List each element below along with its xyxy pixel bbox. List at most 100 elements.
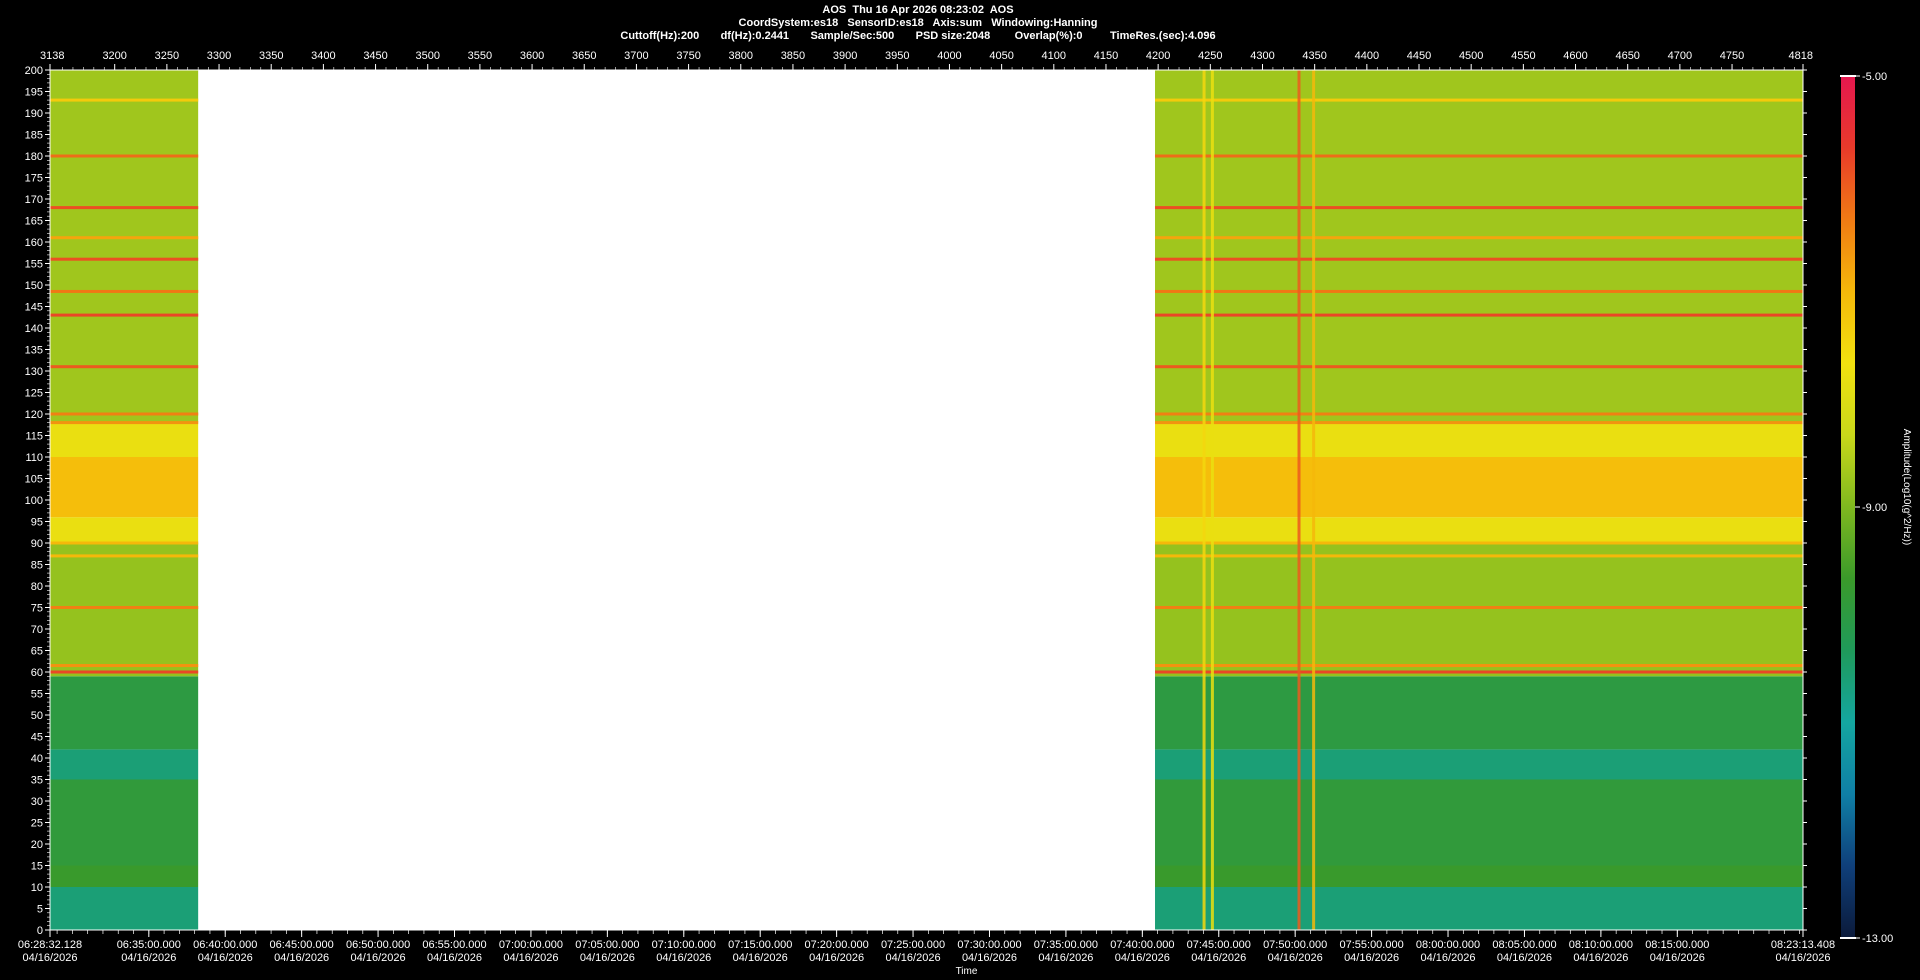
date-tick-label: 04/16/2026	[1420, 952, 1475, 964]
background-band	[50, 865, 199, 887]
y-tick-label: 115	[25, 431, 43, 443]
top-tick-label: 4500	[1459, 50, 1483, 62]
date-tick-label: 04/16/2026	[1650, 952, 1705, 964]
date-tick-label: 04/16/2026	[886, 952, 941, 964]
tonal-line	[50, 606, 199, 609]
transient-line	[1210, 70, 1214, 930]
background-band	[1155, 749, 1803, 780]
background-band	[50, 457, 199, 518]
top-tick-label: 3850	[781, 50, 805, 62]
top-tick-label: 4818	[1789, 50, 1813, 62]
x-axis-label: Time	[956, 966, 978, 977]
y-tick-label: 195	[25, 87, 43, 99]
date-tick-label: 04/16/2026	[733, 952, 788, 964]
top-tick-label: 3400	[311, 50, 335, 62]
y-tick-label: 75	[31, 603, 43, 615]
time-tick-label: 06:40:00.000	[193, 939, 257, 951]
y-tick-label: 85	[31, 560, 43, 572]
background-band	[50, 749, 199, 780]
date-tick-label: 04/16/2026	[809, 952, 864, 964]
top-tick-label: 3138	[40, 50, 64, 62]
time-tick-label: 08:05:00.000	[1492, 939, 1556, 951]
tonal-line	[1155, 365, 1803, 369]
colorbar-tick-label: -13.00	[1862, 933, 1893, 945]
y-tick-label: 70	[31, 624, 43, 636]
tonal-line	[1155, 154, 1803, 158]
top-tick-label: 3950	[885, 50, 909, 62]
date-tick-label: 04/16/2026	[427, 952, 482, 964]
time-tick-label: 08:00:00.000	[1416, 939, 1480, 951]
time-tick-label: 07:35:00.000	[1034, 939, 1098, 951]
date-tick-label: 04/16/2026	[198, 952, 253, 964]
background-band	[50, 422, 199, 457]
top-tick-label: 4150	[1094, 50, 1118, 62]
y-tick-label: 145	[25, 302, 43, 314]
date-tick-label: 04/16/2026	[1775, 952, 1830, 964]
tonal-line	[1155, 206, 1803, 210]
tonal-line	[1155, 670, 1803, 674]
y-tick-label: 110	[25, 452, 43, 464]
time-tick-label: 07:20:00.000	[805, 939, 869, 951]
tonal-line	[50, 154, 199, 158]
tonal-line	[50, 313, 199, 317]
tonal-line	[1155, 412, 1803, 416]
top-tick-label: 3750	[676, 50, 700, 62]
date-tick-label: 04/16/2026	[580, 952, 635, 964]
top-tick-label: 4100	[1042, 50, 1066, 62]
top-tick-label: 4000	[937, 50, 961, 62]
tonal-line	[50, 554, 199, 558]
data-segment	[1155, 70, 1803, 930]
background-band	[1155, 517, 1803, 543]
colorbar-label: Amplitude(Log10(g^2/Hz))	[1901, 429, 1912, 545]
tonal-line	[1155, 236, 1803, 240]
time-tick-label: 06:55:00.000	[422, 939, 486, 951]
top-tick-label: 3650	[572, 50, 596, 62]
y-tick-label: 0	[37, 925, 43, 937]
tonal-line	[50, 98, 199, 102]
time-tick-label: 06:28:32.128	[18, 939, 82, 951]
date-tick-label: 04/16/2026	[1573, 952, 1628, 964]
y-tick-label: 30	[31, 796, 43, 808]
time-tick-label: 08:15:00.000	[1645, 939, 1709, 951]
top-tick-label: 4350	[1302, 50, 1326, 62]
top-tick-label: 3250	[155, 50, 179, 62]
time-tick-label: 07:00:00.000	[499, 939, 563, 951]
date-tick-label: 04/16/2026	[121, 952, 176, 964]
y-tick-label: 160	[25, 237, 43, 249]
date-tick-label: 04/16/2026	[503, 952, 558, 964]
time-tick-label: 08:10:00.000	[1569, 939, 1633, 951]
y-tick-label: 25	[31, 818, 43, 830]
spectrogram-chart: 0510152025303540455055606570758085909510…	[18, 50, 1912, 977]
time-tick-label: 07:40:00.000	[1110, 939, 1174, 951]
tonal-line	[50, 670, 199, 674]
y-tick-label: 60	[31, 667, 43, 679]
y-tick-label: 165	[25, 216, 43, 228]
tonal-line	[1155, 421, 1803, 425]
background-band	[50, 517, 199, 543]
date-tick-label: 04/16/2026	[1268, 952, 1323, 964]
y-tick-label: 130	[25, 366, 43, 378]
top-tick-label: 4300	[1250, 50, 1274, 62]
background-band	[50, 887, 199, 930]
date-tick-label: 04/16/2026	[274, 952, 329, 964]
top-tick-label: 3300	[207, 50, 231, 62]
y-tick-label: 5	[37, 904, 43, 916]
y-tick-label: 125	[25, 388, 43, 400]
y-tick-label: 20	[31, 839, 43, 851]
colorbar-tick-label: -5.00	[1862, 71, 1887, 83]
background-band	[1155, 543, 1803, 677]
top-tick-label: 4050	[989, 50, 1013, 62]
y-tick-label: 55	[31, 689, 43, 701]
top-tick-label: 3700	[624, 50, 648, 62]
tonal-line	[1155, 606, 1803, 609]
top-tick-label: 3800	[729, 50, 753, 62]
date-tick-label: 04/16/2026	[1344, 952, 1399, 964]
tonal-line	[50, 257, 199, 261]
date-tick-label: 04/16/2026	[22, 952, 77, 964]
top-tick-label: 3550	[468, 50, 492, 62]
background-band	[50, 70, 199, 423]
date-tick-label: 04/16/2026	[962, 952, 1017, 964]
time-tick-label: 06:45:00.000	[270, 939, 334, 951]
y-tick-label: 185	[25, 130, 43, 142]
time-tick-label: 07:05:00.000	[575, 939, 639, 951]
